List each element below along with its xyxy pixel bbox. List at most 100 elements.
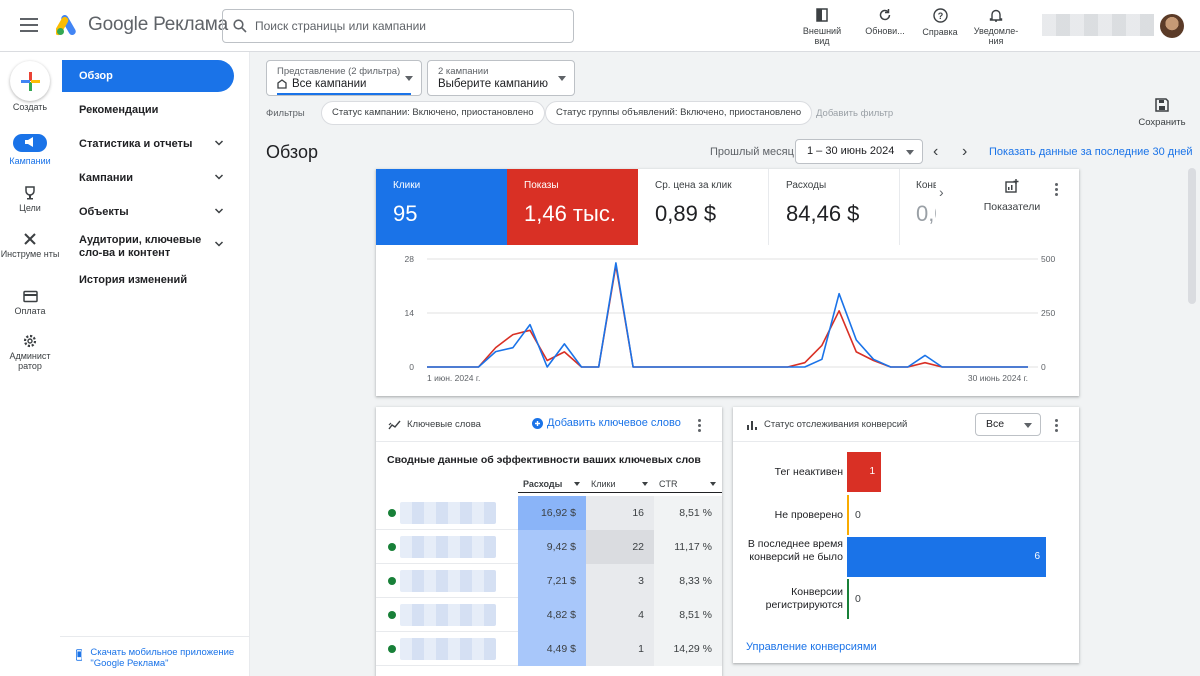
campaign-selector[interactable]: 2 кампании Выберите кампанию [427,60,575,96]
metric-conversions[interactable]: Конверсии 0,0 [900,169,936,245]
more-vert-icon[interactable] [698,419,702,434]
google-ads-logo[interactable]: Google Реклама [56,14,228,36]
keyword-name-redacted[interactable] [400,638,496,660]
status-dot [388,577,396,585]
table-row[interactable]: 4,82 $4 8,51 % [376,598,722,632]
conversion-zero-value: 0 [855,593,861,605]
cell-clicks: 16 [586,496,654,530]
metric-impressions[interactable]: Показы 1,46 тыс. [507,169,638,245]
chevron-down-icon [214,140,224,146]
cell-cost: 16,92 $ [518,496,586,530]
nav-item-assets[interactable]: Объекты [60,206,250,219]
table-row[interactable]: 16,92 $16 8,51 % [376,496,722,530]
chevron-down-icon [214,174,224,180]
cell-ctr: 11,17 % [654,530,722,564]
more-vert-icon[interactable] [1055,183,1059,198]
prev-period-icon[interactable]: ‹ [933,143,938,161]
conversion-tracking-card: Статус отслеживания конверсий Все Тег не… [733,407,1079,663]
metrics-picker-label: Показатели [983,201,1041,213]
status-dot [388,645,396,653]
metric-cost[interactable]: Расходы 84,46 $ [769,169,900,245]
rail-label-campaigns: Кампании [9,156,51,166]
view-selector[interactable]: Представление (2 фильтра) Все кампании [266,60,422,96]
show-last-30-days-link[interactable]: Показать данные за последние 30 дней [989,146,1193,158]
table-row[interactable]: 4,49 $1 14,29 % [376,632,722,666]
metric-label: Показы [524,180,559,191]
manage-conversions-link[interactable]: Управление конверсиями [746,641,877,653]
dropdown-icon [558,76,566,81]
account-info[interactable] [1042,14,1154,36]
date-range-select[interactable]: 1 – 30 июнь 2024 [795,139,923,164]
appearance-label: Внешний вид [802,26,842,46]
avatar[interactable] [1160,14,1184,38]
x-start-label: 1 июн. 2024 г. [427,373,480,383]
status-dot [388,543,396,551]
metric-value: 95 [393,201,418,226]
view-selector-underline [277,93,411,95]
keywords-card: Ключевые слова Добавить ключевое слово С… [376,407,722,676]
keyword-name-redacted[interactable] [400,570,496,592]
conversion-bar[interactable]: 6 [848,537,1046,577]
rail-item-admin[interactable]: Админист ратор [0,334,60,371]
nav-label: Объекты [79,206,129,218]
dropdown-icon [906,150,914,155]
search-input[interactable]: Поиск страницы или кампании [222,9,574,43]
dropdown-icon [405,76,413,81]
conversion-filter-select[interactable]: Все [975,413,1041,436]
conversion-bar[interactable]: 1 [848,452,881,492]
create-button[interactable] [10,61,50,101]
filter-chip-campaign-status[interactable]: Статус кампании: Включено, приостановлен… [321,101,545,125]
metric-value: 84,46 $ [786,201,860,226]
help-button[interactable]: ? Справка [914,8,966,37]
y-left-tick: 0 [409,362,414,372]
notifications-button[interactable]: Уведомле-ния [970,8,1022,46]
metric-clicks[interactable]: Клики 95 [376,169,507,245]
nav-item-change-history[interactable]: История изменений [60,274,250,287]
more-vert-icon[interactable] [1055,419,1059,434]
notifications-label: Уведомле-ния [973,26,1019,46]
metrics-scroll-right-icon[interactable]: › [939,184,944,200]
keyword-name-redacted[interactable] [400,536,496,558]
rail-item-billing[interactable]: Оплата [0,290,60,316]
rail-label-tools: Инструме нты [0,249,60,259]
mobile-app-text: Скачать мобильное приложение "Google Рек… [90,647,235,669]
rail-item-goals[interactable]: Цели [0,186,60,213]
settings-icon [23,334,37,348]
nav-item-audiences[interactable]: Аудитории, ключевые сло-ва и контент [60,234,224,260]
conversion-axis-mark [847,579,849,619]
column-header-clicks[interactable]: Клики [586,475,654,493]
table-row[interactable]: 7,21 $3 8,33 % [376,564,722,598]
appearance-button[interactable]: Внешний вид [796,8,848,46]
add-filter-button[interactable]: Добавить фильтр [816,108,893,119]
series-line-impressions [427,264,1028,368]
nav-item-recommendations[interactable]: Рекомендации [60,104,250,117]
building-icon [277,79,287,89]
refresh-button[interactable]: Обнови... [859,8,911,36]
column-header-cost[interactable]: Расходы [518,475,586,493]
next-period-icon[interactable]: › [962,143,967,161]
nav-item-overview[interactable]: Обзор [62,60,234,92]
conversion-axis-mark [847,495,849,535]
rail-item-campaigns[interactable]: Кампании [0,134,60,166]
mobile-app-link[interactable]: Скачать мобильное приложение "Google Рек… [60,636,250,669]
metric-avg-cpc[interactable]: Ср. цена за клик 0,89 $ [638,169,769,245]
nav-item-campaigns[interactable]: Кампании [60,172,250,185]
menu-icon[interactable] [20,16,38,34]
metrics-picker-button[interactable]: Показатели [974,179,1050,213]
view-selector-value: Все кампании [292,78,367,90]
filter-chip-adgroup-status[interactable]: Статус группы объявлений: Включено, прио… [545,101,813,125]
keyword-name-redacted[interactable] [400,604,496,626]
column-header-ctr[interactable]: CTR [654,475,722,493]
nav-label: Кампании [79,172,134,184]
nav-item-reports[interactable]: Статистика и отчеты [60,138,250,151]
keyword-name-redacted[interactable] [400,502,496,524]
rail-item-tools[interactable]: Инструме нты [0,232,60,259]
table-row[interactable]: 9,42 $22 11,17 % [376,530,722,564]
page-scrollbar[interactable] [1188,168,1196,304]
refresh-icon [879,9,891,21]
top-bar: Google Реклама Поиск страницы или кампан… [0,0,1200,52]
add-keyword-button[interactable]: Добавить ключевое слово [532,417,681,429]
metric-value: 0,0 [916,201,936,226]
save-button[interactable]: Сохранить [1134,98,1190,128]
y-right-tick: 500 [1041,254,1055,264]
